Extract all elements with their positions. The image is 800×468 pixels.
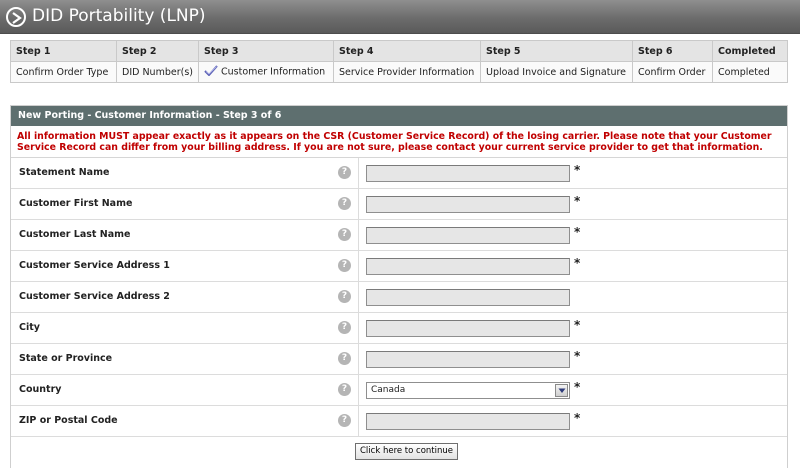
circle-arrow-right-icon	[6, 7, 26, 27]
help-icon[interactable]: ?	[338, 197, 351, 210]
form-row-statement-name: Statement Name ? *	[11, 158, 787, 189]
steps-header-row: Step 1 Step 2 Step 3 Step 4 Step 5 Step …	[10, 40, 788, 62]
customer-info-panel: New Porting - Customer Information - Ste…	[10, 105, 788, 468]
help-icon[interactable]: ?	[338, 290, 351, 303]
field-label: Customer First Name	[11, 189, 359, 219]
csr-notice: All information MUST appear exactly as i…	[11, 126, 787, 158]
step-value: Confirm Order	[632, 61, 713, 83]
form-row-country: Country ? Canada *	[11, 375, 787, 406]
help-icon[interactable]: ?	[338, 352, 351, 365]
step-header: Step 4	[333, 40, 481, 62]
field-label: Customer Service Address 1	[11, 251, 359, 281]
field-label: Customer Last Name	[11, 220, 359, 250]
step-header: Step 6	[632, 40, 713, 62]
step-value: Customer Information	[221, 66, 326, 78]
statement-name-input[interactable]	[366, 165, 570, 182]
step-header: Step 5	[480, 40, 633, 62]
form-row-first-name: Customer First Name ? *	[11, 189, 787, 220]
field-label: State or Province	[11, 344, 359, 374]
continue-button[interactable]: Click here to continue	[355, 443, 459, 460]
steps-table: Step 1 Step 2 Step 3 Step 4 Step 5 Step …	[10, 40, 788, 83]
required-marker: *	[574, 349, 581, 363]
form-row-address-2: Customer Service Address 2 ?	[11, 282, 787, 313]
step-value: Confirm Order Type	[10, 61, 117, 83]
form-row-city: City ? *	[11, 313, 787, 344]
field-label: Statement Name	[11, 158, 359, 188]
form-row-last-name: Customer Last Name ? *	[11, 220, 787, 251]
field-label: City	[11, 313, 359, 343]
required-marker: *	[574, 380, 581, 394]
steps-value-row: Confirm Order Type DID Number(s) Custome…	[10, 61, 788, 83]
required-marker: *	[574, 318, 581, 332]
field-label: ZIP or Postal Code	[11, 406, 359, 436]
field-label: Country	[11, 375, 359, 405]
chevron-down-icon[interactable]	[555, 384, 568, 397]
help-icon[interactable]: ?	[338, 414, 351, 427]
help-icon[interactable]: ?	[338, 259, 351, 272]
step-value: Upload Invoice and Signature	[480, 61, 633, 83]
checkmark-icon	[204, 65, 218, 79]
step-header: Step 2	[116, 40, 199, 62]
customer-first-name-input[interactable]	[366, 196, 570, 213]
required-marker: *	[574, 411, 581, 425]
help-icon[interactable]: ?	[338, 383, 351, 396]
city-input[interactable]	[366, 320, 570, 337]
zip-postal-code-input[interactable]	[366, 413, 570, 430]
field-label: Customer Service Address 2	[11, 282, 359, 312]
step-value: Service Provider Information	[333, 61, 481, 83]
step-header: Step 3	[198, 40, 334, 62]
step-header: Step 1	[10, 40, 117, 62]
page-header: DID Portability (LNP)	[0, 0, 800, 34]
required-marker: *	[574, 256, 581, 270]
customer-last-name-input[interactable]	[366, 227, 570, 244]
page-title: DID Portability (LNP)	[32, 6, 206, 26]
service-address-2-input[interactable]	[366, 289, 570, 306]
step-value: Completed	[712, 61, 788, 83]
help-icon[interactable]: ?	[338, 321, 351, 334]
form-row-state: State or Province ? *	[11, 344, 787, 375]
required-marker: *	[574, 194, 581, 208]
step-value-current: Customer Information	[198, 61, 334, 83]
step-header: Completed	[712, 40, 788, 62]
help-icon[interactable]: ?	[338, 228, 351, 241]
help-icon[interactable]: ?	[338, 166, 351, 179]
required-marker: *	[574, 163, 581, 177]
state-province-input[interactable]	[366, 351, 570, 368]
country-selected-value: Canada	[371, 385, 406, 395]
step-value: DID Number(s)	[116, 61, 199, 83]
form-row-address-1: Customer Service Address 1 ? *	[11, 251, 787, 282]
form-row-zip: ZIP or Postal Code ? *	[11, 406, 787, 437]
panel-title: New Porting - Customer Information - Ste…	[11, 106, 787, 126]
required-marker: *	[574, 225, 581, 239]
service-address-1-input[interactable]	[366, 258, 570, 275]
form-footer: Click here to continue	[11, 437, 787, 465]
country-select[interactable]: Canada	[366, 382, 570, 399]
